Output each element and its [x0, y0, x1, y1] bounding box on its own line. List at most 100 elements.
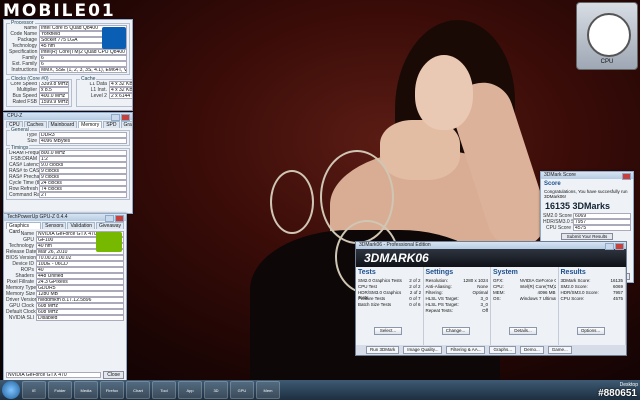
cpuz-memory-window[interactable]: CPU-Z CPUCachesMainboardMemorySPDGraphic… — [3, 112, 133, 214]
gpuz-close-button[interactable]: Close — [103, 371, 124, 379]
taskbar-app-icon[interactable]: App — [178, 381, 202, 399]
taskbar-app-icon[interactable]: Tool — [152, 381, 176, 399]
close-button[interactable] — [622, 173, 631, 180]
section-heading: Results — [560, 269, 586, 276]
field-label: Instructions — [11, 67, 37, 73]
minimize-button[interactable] — [111, 114, 120, 121]
field-value: Disabled — [36, 315, 124, 321]
cpu-meter-gadget[interactable]: CPU — [576, 2, 638, 70]
taskbar-app-icon[interactable]: Chart — [126, 381, 150, 399]
portrait-face — [415, 55, 473, 130]
group-title: Cache — [79, 76, 97, 82]
section-heading: Tests — [358, 269, 376, 276]
site-logo: MOBILE01 — [3, 1, 116, 21]
line-value: Windows 7 Ultimate — [519, 296, 556, 301]
tdm-section: Settings Resolution: 1280 x 1024 Anti-Alias… — [424, 267, 491, 347]
3dmark-brand: 3DMARK06 — [356, 249, 626, 267]
section-button[interactable]: Select... — [374, 327, 402, 335]
tab[interactable]: Graphics — [120, 121, 132, 128]
tdm-line: CPU Score: 4575 — [561, 296, 624, 302]
taskbar-app-icon[interactable]: Mem — [256, 381, 280, 399]
tdm-bottom-button[interactable]: Game... — [547, 346, 572, 354]
window-titlebar[interactable]: 3DMark Score — [541, 172, 633, 180]
tdm-section: Tests SM2.0 Graphics Tests 2 of 2 CPU Test 2… — [356, 267, 424, 347]
section-button[interactable]: Change... — [441, 327, 470, 335]
field-value: 4096 MBytes — [39, 138, 127, 144]
field-label: CPU Score — [545, 225, 571, 231]
group-title: General — [10, 127, 30, 133]
window-titlebar[interactable]: CPU-Z — [4, 113, 132, 121]
section-button[interactable]: Details... — [509, 327, 537, 335]
group-title: Timings — [10, 145, 30, 151]
line-label: OS: — [493, 296, 501, 301]
tdm-bottom-button[interactable]: Run 3DMark — [366, 346, 400, 354]
tab[interactable]: Memory — [78, 121, 103, 128]
field-row: Command Rate (CR) 2T — [7, 192, 129, 198]
submit-button[interactable]: Submit Your Results — [561, 233, 613, 240]
score-heading: Score — [544, 181, 561, 187]
tab[interactable]: Mainboard — [47, 121, 78, 128]
line-value: Off — [482, 308, 488, 313]
field-label: Rated FSB — [12, 99, 37, 105]
field-value: 1599.9 MHz — [39, 99, 69, 105]
field-value: 2 x 6144 KBytes — [108, 93, 132, 99]
minimize-button[interactable] — [105, 215, 114, 222]
window-title: CPU-Z — [7, 113, 23, 119]
taskbar: IE Folder Media Firefox Chart Tool App 3D GPU Mem… — [0, 380, 640, 400]
field-row: CPU Score 4575 — [541, 225, 633, 231]
section-button[interactable]: Options... — [576, 327, 605, 335]
window-titlebar[interactable]: 3DMark06 - Professional Edition — [356, 242, 626, 250]
tdm-line: Repeat Tests: Off — [426, 308, 489, 314]
tdm-bottom-button[interactable]: Image Quality... — [403, 346, 443, 354]
window-title: 3DMark06 - Professional Edition — [359, 242, 431, 248]
3dmark-main-window[interactable]: 3DMark06 - Professional Edition 3DMARK06… — [355, 241, 627, 356]
score-congrats: Congratulations, You have succesfully ru… — [544, 189, 628, 199]
tdm-bottom-button[interactable]: Filtering & AA... — [446, 346, 486, 354]
intel-core-logo — [102, 27, 126, 49]
gpu-select[interactable]: NVIDIA GeForce GTX 470 — [6, 372, 102, 378]
tdm-bottom-button[interactable]: Graphs... — [489, 346, 516, 354]
taskbar-app-icon[interactable]: Folder — [48, 381, 72, 399]
field-row: Level 22 x 6144 KBytes — [77, 93, 132, 99]
general-group: General Type DDR3 Size 4096 MBytes — [6, 127, 130, 146]
close-button[interactable] — [615, 243, 624, 250]
cpuz-cpu-window[interactable]: Processor Name Intel Core i5 Quad Q8400 Co… — [3, 19, 133, 111]
field-label: Command Rate (CR) — [9, 192, 56, 198]
window-titlebar[interactable]: TechPowerUp GPU-Z 0.4.4 — [4, 214, 126, 222]
field-row: Size 4096 MBytes — [7, 138, 129, 144]
tdm-line: OS: Windows 7 Ultimate — [493, 296, 556, 302]
field-value: 2T — [39, 192, 127, 198]
line-value: 4575 — [612, 296, 623, 301]
close-button[interactable] — [121, 114, 130, 121]
tab[interactable]: SPD — [103, 121, 120, 128]
close-button[interactable] — [115, 215, 124, 222]
necklace-ring — [270, 170, 314, 234]
field-label: Level 2 — [90, 93, 107, 99]
tab[interactable]: Sensors — [42, 222, 67, 229]
score-value: 16135 3DMarks — [545, 201, 611, 211]
taskbar-app-icon[interactable]: 3D — [204, 381, 228, 399]
tab[interactable]: Graphics Card — [6, 222, 42, 235]
taskbar-app-icon[interactable]: Media — [74, 381, 98, 399]
watermark: #880651 — [598, 388, 637, 399]
tab[interactable]: Validation — [67, 222, 96, 229]
field-value: 4575 — [573, 225, 631, 231]
gadget-label: CPU — [600, 59, 614, 65]
cache-group: Cache L1 Data4 x 32 KBytesL1 Inst.4 x 32… — [75, 76, 132, 107]
processor-group: Processor Name Intel Core i5 Quad Q8400 Co… — [6, 20, 130, 75]
line-label: Repeat Tests: — [425, 308, 453, 313]
tab[interactable]: Giveaway — [96, 222, 124, 229]
window-title: TechPowerUp GPU-Z 0.4.4 — [7, 214, 68, 220]
taskbar-app-icon[interactable]: GPU — [230, 381, 254, 399]
window-title: 3DMark Score — [544, 172, 576, 178]
tdm-section: SystemGFX:NVIDIA GeForce GTX 470CPU:Inte… — [491, 267, 559, 347]
gpuz-window[interactable]: TechPowerUp GPU-Z 0.4.4 Graphics Card Sen… — [3, 213, 127, 381]
start-button[interactable] — [2, 381, 20, 399]
tdm-bottom-button[interactable]: Demo... — [519, 346, 544, 354]
taskbar-app-icon[interactable]: Firefox — [100, 381, 124, 399]
field-label: NVIDIA SLI — [8, 315, 34, 321]
section-heading: Settings — [425, 269, 454, 276]
taskbar-app-icon[interactable]: IE — [22, 381, 46, 399]
minimize-button[interactable] — [605, 243, 614, 250]
field-row: NVIDIA SLI Disabled — [4, 315, 126, 321]
